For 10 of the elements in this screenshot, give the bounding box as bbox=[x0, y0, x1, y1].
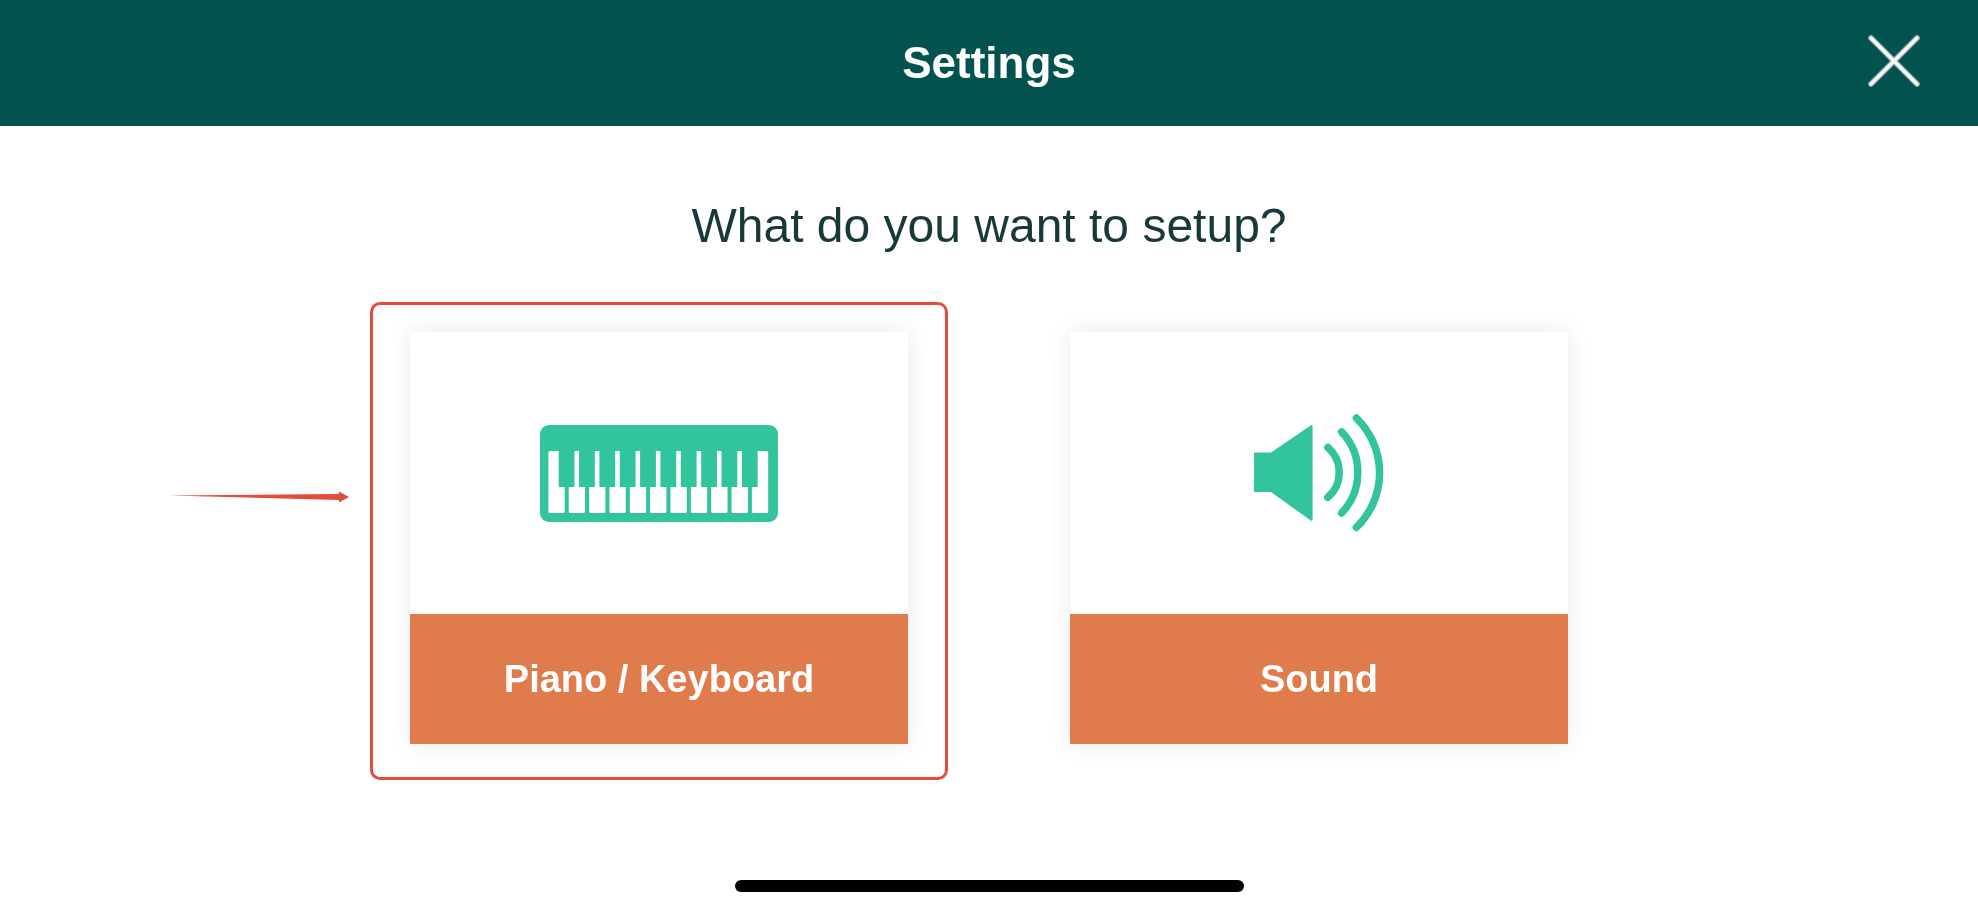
option-label: Piano / Keyboard bbox=[410, 614, 908, 744]
window-title: Settings bbox=[902, 37, 1076, 89]
option-card[interactable]: Sound bbox=[1070, 332, 1568, 744]
keyboard-icon bbox=[540, 424, 778, 522]
option-card[interactable]: Piano / Keyboard bbox=[410, 332, 908, 744]
speaker-icon bbox=[1253, 414, 1385, 532]
close-icon bbox=[1867, 34, 1921, 88]
prompt-text: What do you want to setup? bbox=[691, 198, 1287, 254]
option-label: Sound bbox=[1070, 614, 1568, 744]
close-button[interactable] bbox=[1867, 34, 1921, 88]
